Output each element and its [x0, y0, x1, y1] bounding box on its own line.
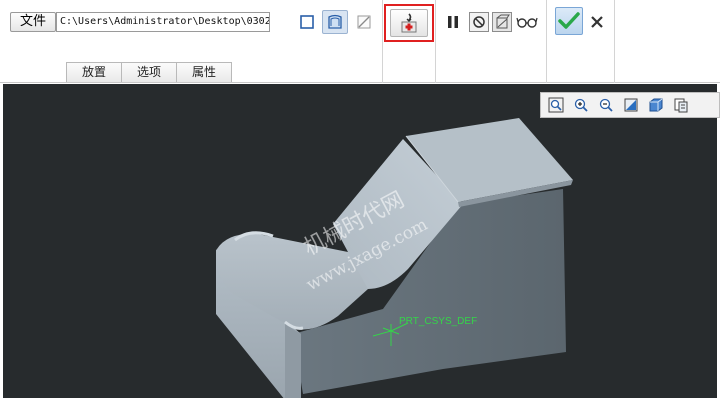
file-button[interactable]: 文件 — [10, 12, 56, 32]
pause-icon[interactable] — [444, 13, 462, 31]
repaint-icon[interactable] — [620, 94, 642, 116]
close-icon — [591, 16, 603, 28]
checkmark-icon — [558, 12, 580, 29]
model-3d-view[interactable] — [3, 84, 717, 398]
display-style-icon[interactable] — [645, 94, 667, 116]
tab-options[interactable]: 选项 — [121, 62, 177, 82]
highlight-frame — [384, 4, 434, 42]
zoom-refit-icon[interactable] — [545, 94, 567, 116]
ribbon-separator — [546, 0, 547, 83]
no-preview-icon[interactable] — [469, 12, 489, 32]
preview-icon[interactable] — [492, 12, 512, 32]
ribbon: 文件 C:\Users\Administrator\Desktop\0302 放… — [0, 0, 720, 83]
graphics-toolbar — [540, 92, 720, 118]
ok-button[interactable] — [555, 7, 583, 35]
viewport-border — [0, 84, 3, 400]
flip-direction-icon[interactable] — [355, 13, 373, 31]
zoom-out-icon[interactable] — [595, 94, 617, 116]
file-path-field[interactable]: C:\Users\Administrator\Desktop\0302 — [56, 12, 270, 32]
saved-views-icon[interactable] — [670, 94, 692, 116]
ribbon-separator — [614, 0, 615, 83]
insert-feature-button[interactable] — [390, 9, 428, 37]
tab-placement[interactable]: 放置 — [66, 62, 122, 82]
dashboard-tabs: 放置 选项 属性 — [66, 62, 232, 82]
cancel-button[interactable] — [588, 13, 606, 31]
insert-feature-icon — [401, 13, 417, 33]
ribbon-separator — [382, 0, 383, 83]
graphics-viewport[interactable] — [3, 84, 717, 398]
csys-label: PRT_CSYS_DEF — [399, 316, 478, 327]
tab-properties[interactable]: 属性 — [176, 62, 232, 82]
zoom-in-icon[interactable] — [570, 94, 592, 116]
surface-patch-icon[interactable] — [322, 10, 348, 34]
solid-cube-outline-icon[interactable] — [298, 13, 316, 31]
model-front-face — [285, 324, 301, 398]
ribbon-separator — [435, 0, 436, 83]
glasses-icon[interactable] — [515, 12, 539, 32]
